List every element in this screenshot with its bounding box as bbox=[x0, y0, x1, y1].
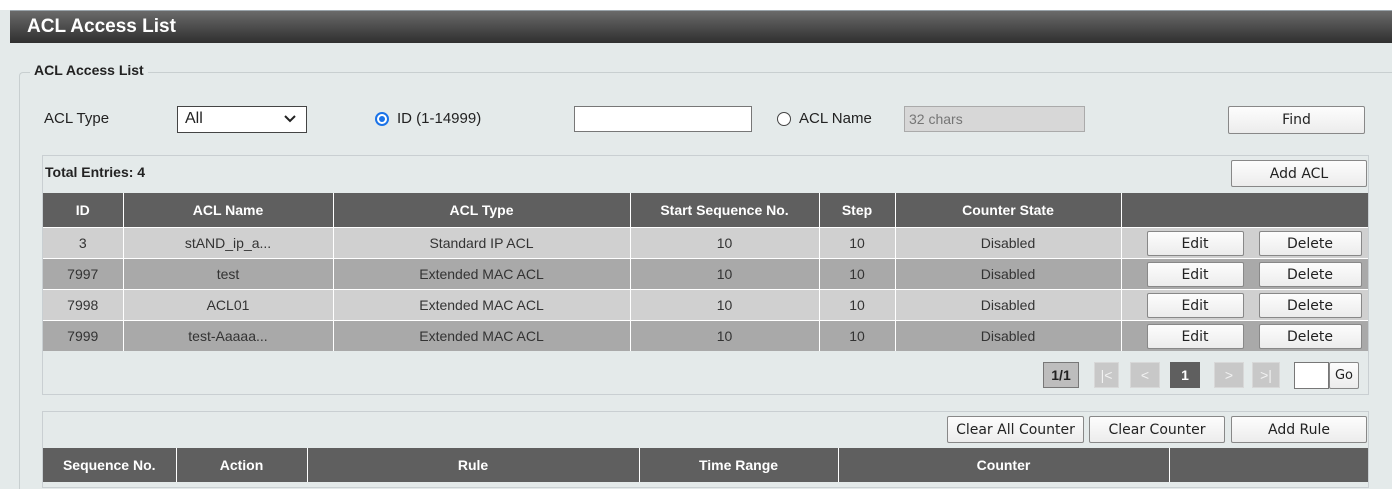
acl-table-header: ID ACL Name ACL Type Start Sequence No. … bbox=[43, 193, 1368, 228]
cell-type: Extended MAC ACL bbox=[333, 289, 631, 321]
cell-start-seq: 10 bbox=[630, 289, 820, 321]
cell-step: 10 bbox=[819, 320, 896, 351]
delete-button[interactable]: Delete bbox=[1258, 262, 1362, 287]
cell-id: 7998 bbox=[43, 289, 124, 321]
table-row[interactable]: 7997 test Extended MAC ACL 10 10 Disable… bbox=[43, 258, 1368, 290]
cell-counter-state: Disabled bbox=[895, 289, 1122, 321]
col-acl-name: ACL Name bbox=[123, 193, 334, 228]
delete-button[interactable]: Delete bbox=[1258, 231, 1362, 256]
cell-id: 3 bbox=[43, 227, 124, 259]
acl-name-radio[interactable] bbox=[777, 112, 791, 126]
cell-start-seq: 10 bbox=[630, 258, 820, 290]
cell-name: test bbox=[123, 258, 334, 290]
col-step: Step bbox=[819, 193, 896, 228]
col-start-seq: Start Sequence No. bbox=[630, 193, 820, 228]
cell-counter-state: Disabled bbox=[895, 320, 1122, 351]
col-acl-type: ACL Type bbox=[333, 193, 631, 228]
go-button[interactable]: Go bbox=[1329, 362, 1359, 389]
col-id: ID bbox=[43, 193, 124, 228]
cell-actions: Edit Delete bbox=[1121, 289, 1368, 321]
cell-actions: Edit Delete bbox=[1121, 227, 1368, 259]
cell-type: Standard IP ACL bbox=[333, 227, 631, 259]
cell-name: test-Aaaaa... bbox=[123, 320, 334, 351]
prev-page-button[interactable]: < bbox=[1130, 362, 1160, 388]
id-input[interactable] bbox=[574, 106, 752, 132]
col-rule-actions bbox=[1169, 448, 1368, 482]
acl-name-radio-label: ACL Name bbox=[799, 110, 872, 127]
page-title: ACL Access List bbox=[27, 16, 176, 37]
cell-start-seq: 10 bbox=[630, 320, 820, 351]
col-time-range: Time Range bbox=[639, 448, 839, 482]
col-action: Action bbox=[176, 448, 308, 482]
cell-step: 10 bbox=[819, 227, 896, 259]
cell-step: 10 bbox=[819, 289, 896, 321]
cell-name: stAND_ip_a... bbox=[123, 227, 334, 259]
acl-type-select[interactable]: All bbox=[177, 106, 307, 133]
cell-start-seq: 10 bbox=[630, 227, 820, 259]
cell-type: Extended MAC ACL bbox=[333, 320, 631, 351]
table-row[interactable]: 7999 test-Aaaaa... Extended MAC ACL 10 1… bbox=[43, 320, 1368, 351]
table-row[interactable]: 3 stAND_ip_a... Standard IP ACL 10 10 Di… bbox=[43, 227, 1368, 259]
cell-counter-state: Disabled bbox=[895, 258, 1122, 290]
top-border bbox=[0, 0, 1392, 10]
page-info: 1/1 bbox=[1043, 362, 1079, 388]
clear-counter-button[interactable]: Clear Counter bbox=[1089, 416, 1225, 443]
col-counter-state: Counter State bbox=[895, 193, 1122, 228]
chevron-down-icon bbox=[284, 112, 296, 127]
edit-button[interactable]: Edit bbox=[1146, 262, 1244, 287]
last-page-button[interactable]: >| bbox=[1252, 362, 1280, 388]
edit-button[interactable]: Edit bbox=[1146, 231, 1244, 256]
cell-counter-state: Disabled bbox=[895, 227, 1122, 259]
find-button[interactable]: Find bbox=[1228, 106, 1365, 134]
rule-table: Sequence No. Action Rule Time Range Coun… bbox=[43, 448, 1368, 482]
delete-button[interactable]: Delete bbox=[1258, 293, 1362, 318]
col-rule: Rule bbox=[307, 448, 640, 482]
cell-actions: Edit Delete bbox=[1121, 258, 1368, 290]
total-entries: Total Entries: 4 bbox=[45, 164, 146, 180]
id-radio-label: ID (1-14999) bbox=[397, 110, 482, 127]
rule-table-header: Sequence No. Action Rule Time Range Coun… bbox=[43, 448, 1368, 482]
fieldset-legend: ACL Access List bbox=[30, 62, 148, 78]
page-number-button[interactable]: 1 bbox=[1170, 362, 1200, 388]
col-actions bbox=[1121, 193, 1368, 228]
edit-button[interactable]: Edit bbox=[1146, 293, 1244, 318]
clear-all-counter-button[interactable]: Clear All Counter bbox=[947, 416, 1084, 443]
col-sequence-no: Sequence No. bbox=[43, 448, 177, 482]
cell-type: Extended MAC ACL bbox=[333, 258, 631, 290]
table-row[interactable]: 7998 ACL01 Extended MAC ACL 10 10 Disabl… bbox=[43, 289, 1368, 321]
add-rule-button[interactable]: Add Rule bbox=[1231, 416, 1367, 443]
cell-id: 7997 bbox=[43, 258, 124, 290]
acl-type-label: ACL Type bbox=[44, 110, 110, 127]
col-counter: Counter bbox=[838, 448, 1170, 482]
edit-button[interactable]: Edit bbox=[1146, 324, 1244, 349]
cell-id: 7999 bbox=[43, 320, 124, 351]
delete-button[interactable]: Delete bbox=[1258, 324, 1362, 349]
cell-actions: Edit Delete bbox=[1121, 320, 1368, 351]
next-page-button[interactable]: > bbox=[1214, 362, 1244, 388]
cell-name: ACL01 bbox=[123, 289, 334, 321]
acl-name-input[interactable] bbox=[904, 106, 1085, 132]
go-page-input[interactable] bbox=[1294, 362, 1329, 389]
id-radio[interactable] bbox=[375, 112, 389, 126]
acl-type-value: All bbox=[185, 110, 203, 127]
acl-table: ID ACL Name ACL Type Start Sequence No. … bbox=[43, 193, 1368, 351]
page-title-bar: ACL Access List bbox=[10, 10, 1392, 43]
add-acl-button[interactable]: Add ACL bbox=[1231, 160, 1367, 187]
first-page-button[interactable]: |< bbox=[1094, 362, 1119, 388]
cell-step: 10 bbox=[819, 258, 896, 290]
